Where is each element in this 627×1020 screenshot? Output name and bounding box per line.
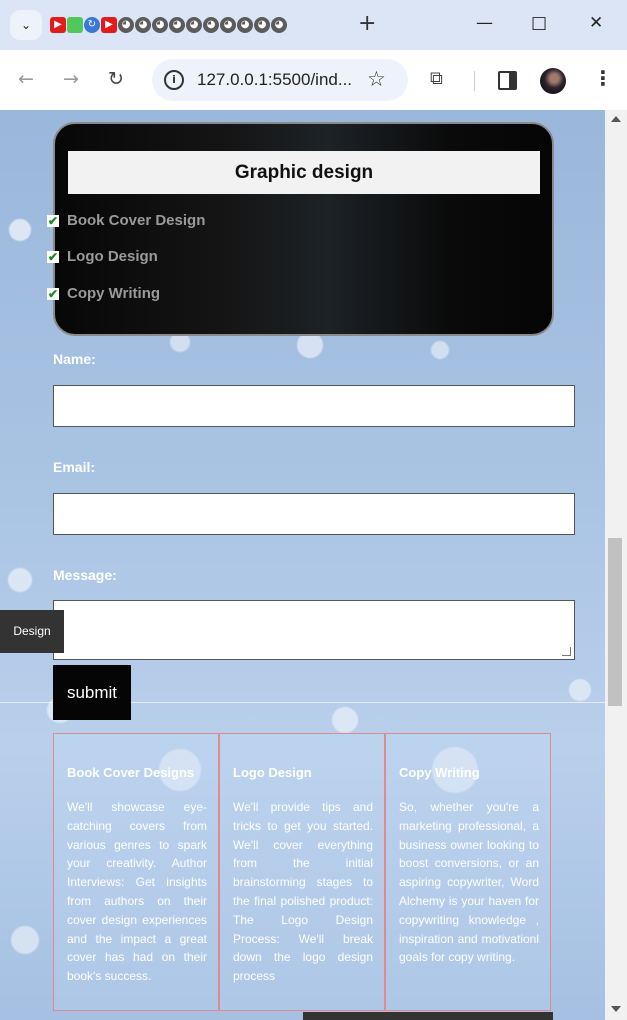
forward-icon[interactable]: → <box>63 68 79 90</box>
globe-icon[interactable]: ◕ <box>203 17 219 33</box>
tab-strip: ▶ ↻ ▶ ◕ ◕ ◕ ◕ ◕ ◕ ◕ ◕ ◕ ◕ <box>50 17 287 35</box>
page-viewport: Graphic design ✔ Book Cover Design ✔ Log… <box>0 110 605 1020</box>
globe-icon[interactable]: ◕ <box>254 17 270 33</box>
browser-toolbar: ← → ↻ i 127.0.0.1:5500/ind... ☆ ⧉ ⋮ <box>0 50 627 111</box>
youtube-icon[interactable]: ▶ <box>101 17 117 33</box>
minimize-button[interactable]: — <box>476 13 493 33</box>
maximize-button[interactable]: □ <box>531 13 547 33</box>
globe-icon[interactable]: ◕ <box>135 17 151 33</box>
feature-card-book-cover: Book Cover Designs We'll showcase eye-ca… <box>53 733 219 1011</box>
close-button[interactable]: ✕ <box>589 13 603 33</box>
email-field[interactable] <box>53 493 575 535</box>
back-icon[interactable]: ← <box>18 68 34 90</box>
page-scrollbar[interactable] <box>605 110 627 1020</box>
graphic-design-title: Graphic design <box>68 151 540 194</box>
bookmark-star-icon[interactable]: ☆ <box>367 67 386 91</box>
graphic-design-card: Graphic design ✔ Book Cover Design ✔ Log… <box>47 122 554 336</box>
checkmark-icon: ✔ <box>47 286 59 301</box>
card-title: Logo Design <box>233 765 312 780</box>
youtube-icon[interactable]: ▶ <box>50 17 66 33</box>
browser-titlebar: ⌄ ▶ ↻ ▶ ◕ ◕ ◕ ◕ ◕ ◕ ◕ ◕ ◕ ◕ + — □ ✕ <box>0 0 627 50</box>
tab-search-button[interactable]: ⌄ <box>10 10 42 40</box>
globe-icon[interactable]: ◕ <box>271 17 287 33</box>
reload-icon[interactable]: ↻ <box>108 68 124 90</box>
scrollbar-thumb[interactable] <box>608 538 622 706</box>
globe-icon[interactable]: ◕ <box>152 17 168 33</box>
card-title: Copy Writing <box>399 765 480 780</box>
globe-icon[interactable]: ◕ <box>220 17 236 33</box>
new-tab-button[interactable]: + <box>358 11 376 36</box>
menu-kebab-icon[interactable]: ⋮ <box>593 66 613 90</box>
card-title: Book Cover Designs <box>67 765 195 780</box>
service-item: ✔ Copy Writing <box>47 285 160 302</box>
profile-avatar[interactable] <box>540 68 566 94</box>
service-item: ✔ Book Cover Design <box>47 212 205 229</box>
message-label: Message: <box>53 567 117 583</box>
scroll-down-icon[interactable] <box>611 1006 621 1012</box>
email-label: Email: <box>53 459 96 475</box>
checkmark-icon: ✔ <box>47 213 59 228</box>
service-item-label: Copy Writing <box>67 285 161 302</box>
design-side-tab[interactable]: Design <box>0 610 64 653</box>
url-text[interactable]: 127.0.0.1:5500/ind... <box>197 70 352 90</box>
history-icon[interactable]: ↻ <box>84 17 100 33</box>
address-bar[interactable]: i 127.0.0.1:5500/ind... ☆ <box>152 59 408 101</box>
submit-button[interactable]: submit <box>53 665 131 720</box>
scroll-up-icon[interactable] <box>611 116 621 122</box>
card-text: We'll showcase eye-catching covers from … <box>67 800 207 984</box>
message-textarea[interactable] <box>53 600 575 660</box>
globe-icon[interactable]: ◕ <box>118 17 134 33</box>
globe-icon[interactable]: ◕ <box>237 17 253 33</box>
service-item: ✔ Logo Design <box>47 248 158 265</box>
service-item-label: Book Cover Design <box>67 212 206 229</box>
service-item-label: Logo Design <box>67 248 158 265</box>
checkmark-icon: ✔ <box>47 249 59 264</box>
extensions-icon[interactable]: ⧉ <box>430 68 443 89</box>
name-field[interactable] <box>53 385 575 427</box>
site-info-icon[interactable]: i <box>164 70 184 90</box>
feature-card-copy-writing: Copy Writing So, whether you're a market… <box>385 733 551 1011</box>
resize-handle-icon[interactable] <box>562 647 571 656</box>
globe-icon[interactable]: ◕ <box>169 17 185 33</box>
card-text: So, whether you're a marketing professio… <box>399 800 539 965</box>
feature-card-logo: Logo Design We'll provide tips and trick… <box>219 733 385 1011</box>
side-panel-icon[interactable] <box>498 71 517 90</box>
chevron-down-icon: ⌄ <box>20 18 32 32</box>
name-label: Name: <box>53 351 96 367</box>
android-icon[interactable] <box>67 17 83 33</box>
bottom-dark-bar <box>303 1012 553 1020</box>
globe-icon[interactable]: ◕ <box>186 17 202 33</box>
card-text: We'll provide tips and tricks to get you… <box>233 800 373 984</box>
toolbar-divider <box>474 71 475 91</box>
